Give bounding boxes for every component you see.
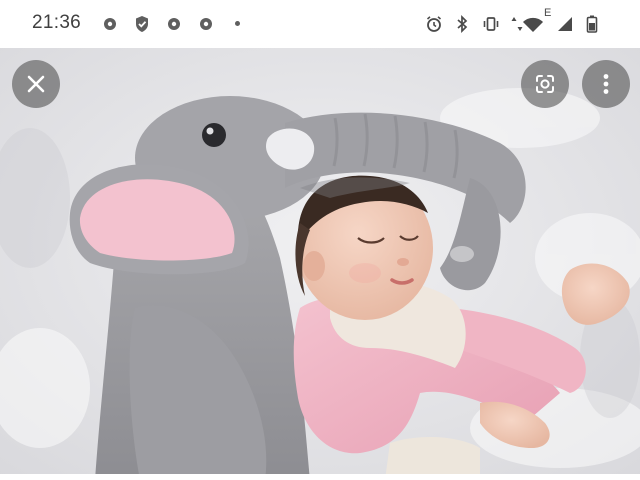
dot-icon bbox=[235, 21, 240, 26]
vibrate-icon bbox=[483, 17, 499, 31]
bluetooth-icon bbox=[457, 14, 468, 34]
gear-icon bbox=[168, 18, 180, 30]
wifi-icon bbox=[523, 17, 543, 32]
alarm-icon bbox=[426, 16, 442, 32]
gear-icon bbox=[104, 18, 116, 30]
gear-icon bbox=[200, 18, 212, 30]
signal-icon bbox=[558, 17, 572, 31]
status-bar: 21:36 E bbox=[0, 0, 640, 48]
bottom-strip bbox=[0, 474, 640, 480]
network-type-label: E bbox=[544, 7, 552, 19]
lens-button[interactable] bbox=[521, 60, 569, 108]
close-icon bbox=[27, 75, 45, 93]
battery-icon bbox=[586, 15, 598, 33]
close-button[interactable] bbox=[12, 60, 60, 108]
shield-icon bbox=[136, 16, 148, 32]
more-vert-icon bbox=[603, 74, 609, 94]
more-options-button[interactable] bbox=[582, 60, 630, 108]
lens-icon bbox=[536, 75, 554, 93]
image-viewer[interactable] bbox=[0, 48, 640, 480]
status-time: 21:36 bbox=[32, 12, 82, 33]
photo-baby-elephant-plush bbox=[0, 48, 640, 480]
